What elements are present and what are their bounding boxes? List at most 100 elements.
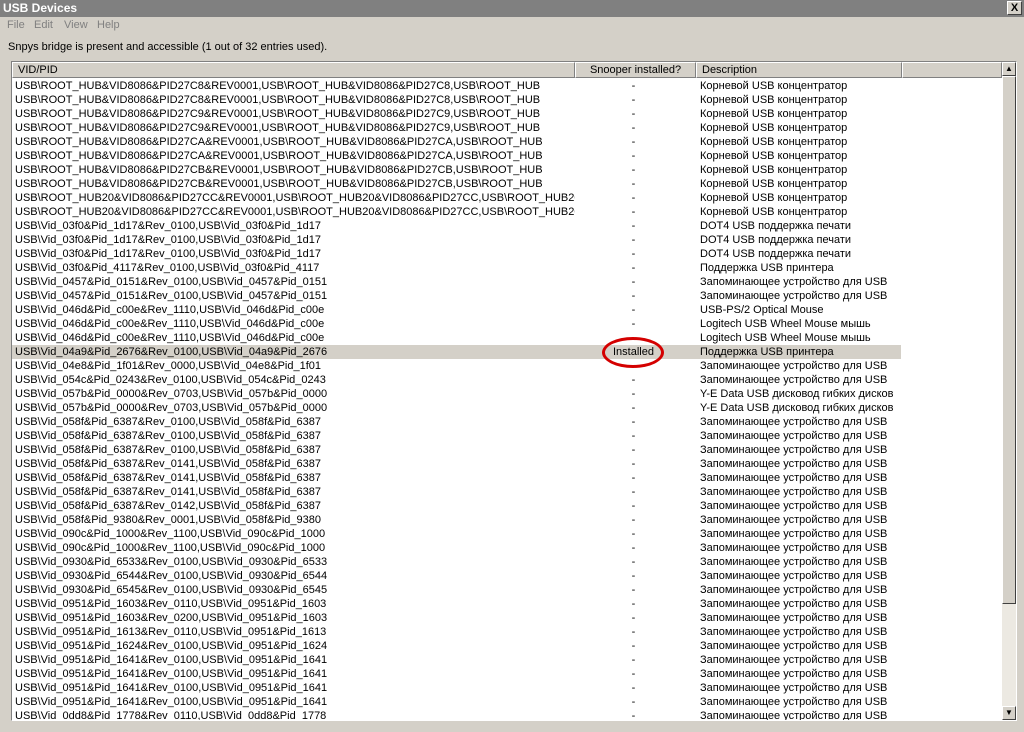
table-row-selected[interactable]: USB\Vid_04a9&Pid_2676&Rev_0100,USB\Vid_0…: [12, 345, 1002, 359]
cell-vidpid: USB\Vid_090c&Pid_1000&Rev_1100,USB\Vid_0…: [15, 542, 326, 554]
table-row[interactable]: USB\Vid_0457&Pid_0151&Rev_0100,USB\Vid_0…: [12, 275, 1002, 289]
cell-description: Запоминающее устройство для USB: [700, 598, 888, 610]
cell-vidpid: USB\Vid_0951&Pid_1641&Rev_0100,USB\Vid_0…: [15, 682, 328, 694]
cell-snooper-installed: -: [631, 584, 636, 596]
cell-snooper-installed: -: [631, 500, 636, 512]
table-row[interactable]: USB\Vid_058f&Pid_6387&Rev_0100,USB\Vid_0…: [12, 429, 1002, 443]
table-row[interactable]: USB\Vid_0dd8&Pid_1778&Rev_0110,USB\Vid_0…: [12, 709, 1002, 720]
table-row[interactable]: USB\Vid_046d&Pid_c00e&Rev_1110,USB\Vid_0…: [12, 331, 1002, 345]
table-row[interactable]: USB\Vid_058f&Pid_6387&Rev_0100,USB\Vid_0…: [12, 443, 1002, 457]
table-row[interactable]: USB\Vid_03f0&Pid_1d17&Rev_0100,USB\Vid_0…: [12, 233, 1002, 247]
table-row[interactable]: USB\ROOT_HUB20&VID8086&PID27CC&REV0001,U…: [12, 191, 1002, 205]
title-bar[interactable]: USB Devices X: [0, 0, 1024, 17]
cell-description: Запоминающее устройство для USB: [700, 696, 888, 708]
cell-snooper-installed: -: [631, 514, 636, 526]
scrollbar-thumb[interactable]: [1002, 76, 1016, 604]
table-row[interactable]: USB\Vid_057b&Pid_0000&Rev_0703,USB\Vid_0…: [12, 387, 1002, 401]
table-row[interactable]: USB\Vid_058f&Pid_6387&Rev_0142,USB\Vid_0…: [12, 499, 1002, 513]
table-row[interactable]: USB\Vid_046d&Pid_c00e&Rev_1110,USB\Vid_0…: [12, 303, 1002, 317]
usb-devices-window: USB Devices X File Edit View Help Snpys …: [0, 0, 1024, 732]
menu-view[interactable]: View: [64, 19, 88, 31]
table-row[interactable]: USB\Vid_0930&Pid_6545&Rev_0100,USB\Vid_0…: [12, 583, 1002, 597]
table-row[interactable]: USB\Vid_0457&Pid_0151&Rev_0100,USB\Vid_0…: [12, 289, 1002, 303]
cell-snooper-installed: -: [631, 276, 636, 288]
cell-snooper-installed: -: [631, 472, 636, 484]
table-row[interactable]: USB\ROOT_HUB&VID8086&PID27C8&REV0001,USB…: [12, 79, 1002, 93]
column-header-description[interactable]: Description: [696, 62, 902, 78]
table-row[interactable]: USB\ROOT_HUB20&VID8086&PID27CC&REV0001,U…: [12, 205, 1002, 219]
cell-snooper-installed: -: [631, 402, 636, 414]
table-row[interactable]: USB\Vid_090c&Pid_1000&Rev_1100,USB\Vid_0…: [12, 541, 1002, 555]
scroll-up-arrow-icon[interactable]: ▲: [1002, 62, 1016, 76]
cell-vidpid: USB\ROOT_HUB&VID8086&PID27CA&REV0001,USB…: [15, 136, 543, 148]
cell-vidpid: USB\Vid_0930&Pid_6545&Rev_0100,USB\Vid_0…: [15, 584, 328, 596]
cell-vidpid: USB\Vid_03f0&Pid_1d17&Rev_0100,USB\Vid_0…: [15, 220, 321, 232]
column-header-snooper[interactable]: Snooper installed?: [575, 62, 696, 78]
cell-description: Запоминающее устройство для USB: [700, 542, 888, 554]
cell-vidpid: USB\Vid_0951&Pid_1603&Rev_0110,USB\Vid_0…: [15, 598, 327, 610]
cell-description: Запоминающее устройство для USB: [700, 444, 888, 456]
cell-description: Y-E Data USB дисковод гибких дисков: [700, 402, 894, 414]
cell-snooper-installed: -: [631, 486, 636, 498]
table-row[interactable]: USB\Vid_058f&Pid_6387&Rev_0100,USB\Vid_0…: [12, 415, 1002, 429]
cell-vidpid: USB\ROOT_HUB&VID8086&PID27CB&REV0001,USB…: [15, 164, 543, 176]
close-button[interactable]: X: [1007, 1, 1022, 15]
table-row[interactable]: USB\ROOT_HUB&VID8086&PID27CB&REV0001,USB…: [12, 177, 1002, 191]
table-row[interactable]: USB\ROOT_HUB&VID8086&PID27CA&REV0001,USB…: [12, 135, 1002, 149]
table-row[interactable]: USB\Vid_0951&Pid_1603&Rev_0110,USB\Vid_0…: [12, 597, 1002, 611]
cell-vidpid: USB\Vid_058f&Pid_6387&Rev_0100,USB\Vid_0…: [15, 430, 321, 442]
cell-snooper-installed: -: [631, 430, 636, 442]
table-row[interactable]: USB\Vid_03f0&Pid_4117&Rev_0100,USB\Vid_0…: [12, 261, 1002, 275]
menu-help[interactable]: Help: [97, 19, 120, 31]
cell-description: Запоминающее устройство для USB: [700, 668, 888, 680]
table-row[interactable]: USB\ROOT_HUB&VID8086&PID27CB&REV0001,USB…: [12, 163, 1002, 177]
table-row[interactable]: USB\Vid_0951&Pid_1641&Rev_0100,USB\Vid_0…: [12, 681, 1002, 695]
table-row[interactable]: USB\Vid_057b&Pid_0000&Rev_0703,USB\Vid_0…: [12, 401, 1002, 415]
table-row[interactable]: USB\Vid_058f&Pid_6387&Rev_0141,USB\Vid_0…: [12, 485, 1002, 499]
table-row[interactable]: USB\Vid_0951&Pid_1641&Rev_0100,USB\Vid_0…: [12, 695, 1002, 709]
cell-snooper-installed: -: [631, 682, 636, 694]
table-row[interactable]: USB\Vid_04e8&Pid_1f01&Rev_0000,USB\Vid_0…: [12, 359, 1002, 373]
usb-device-list[interactable]: VID/PID Snooper installed? Description U…: [11, 61, 1017, 721]
table-row[interactable]: USB\ROOT_HUB&VID8086&PID27C9&REV0001,USB…: [12, 121, 1002, 135]
table-row[interactable]: USB\Vid_0930&Pid_6533&Rev_0100,USB\Vid_0…: [12, 555, 1002, 569]
cell-snooper-installed: -: [631, 178, 636, 190]
table-row[interactable]: USB\Vid_0951&Pid_1641&Rev_0100,USB\Vid_0…: [12, 667, 1002, 681]
table-row[interactable]: USB\Vid_03f0&Pid_1d17&Rev_0100,USB\Vid_0…: [12, 247, 1002, 261]
table-row[interactable]: USB\Vid_046d&Pid_c00e&Rev_1110,USB\Vid_0…: [12, 317, 1002, 331]
scroll-down-arrow-icon[interactable]: ▼: [1002, 706, 1016, 720]
table-row[interactable]: USB\ROOT_HUB&VID8086&PID27C9&REV0001,USB…: [12, 107, 1002, 121]
table-row[interactable]: USB\ROOT_HUB&VID8086&PID27C8&REV0001,USB…: [12, 93, 1002, 107]
menu-edit[interactable]: Edit: [34, 19, 53, 31]
cell-description: Корневой USB концентратор: [700, 136, 848, 148]
table-row[interactable]: USB\Vid_0951&Pid_1613&Rev_0110,USB\Vid_0…: [12, 625, 1002, 639]
cell-vidpid: USB\Vid_090c&Pid_1000&Rev_1100,USB\Vid_0…: [15, 528, 326, 540]
table-row[interactable]: USB\Vid_058f&Pid_6387&Rev_0141,USB\Vid_0…: [12, 471, 1002, 485]
cell-vidpid: USB\Vid_03f0&Pid_4117&Rev_0100,USB\Vid_0…: [15, 262, 320, 274]
cell-description: Корневой USB концентратор: [700, 164, 848, 176]
cell-snooper-installed: -: [631, 136, 636, 148]
cell-snooper-installed: -: [631, 598, 636, 610]
menu-file[interactable]: File: [7, 19, 25, 31]
table-row[interactable]: USB\Vid_054c&Pid_0243&Rev_0100,USB\Vid_0…: [12, 373, 1002, 387]
vertical-scrollbar[interactable]: ▲ ▼: [1002, 62, 1016, 720]
table-row[interactable]: USB\Vid_0951&Pid_1603&Rev_0200,USB\Vid_0…: [12, 611, 1002, 625]
table-row[interactable]: USB\Vid_090c&Pid_1000&Rev_1100,USB\Vid_0…: [12, 527, 1002, 541]
table-row[interactable]: USB\Vid_03f0&Pid_1d17&Rev_0100,USB\Vid_0…: [12, 219, 1002, 233]
table-row[interactable]: USB\Vid_058f&Pid_6387&Rev_0141,USB\Vid_0…: [12, 457, 1002, 471]
cell-snooper-installed: -: [631, 234, 636, 246]
table-row[interactable]: USB\ROOT_HUB&VID8086&PID27CA&REV0001,USB…: [12, 149, 1002, 163]
cell-snooper-installed: -: [631, 122, 636, 134]
table-row[interactable]: USB\Vid_0930&Pid_6544&Rev_0100,USB\Vid_0…: [12, 569, 1002, 583]
column-header-vidpid[interactable]: VID/PID: [12, 62, 575, 78]
cell-snooper-installed: -: [631, 150, 636, 162]
cell-snooper-installed: -: [631, 374, 636, 386]
cell-snooper-installed: -: [631, 640, 636, 652]
cell-description: Запоминающее устройство для USB: [700, 682, 888, 694]
cell-description: Запоминающее устройство для USB: [700, 416, 888, 428]
cell-snooper-installed: -: [631, 108, 636, 120]
table-row[interactable]: USB\Vid_058f&Pid_9380&Rev_0001,USB\Vid_0…: [12, 513, 1002, 527]
table-row[interactable]: USB\Vid_0951&Pid_1624&Rev_0100,USB\Vid_0…: [12, 639, 1002, 653]
table-row[interactable]: USB\Vid_0951&Pid_1641&Rev_0100,USB\Vid_0…: [12, 653, 1002, 667]
cell-snooper-installed: -: [631, 220, 636, 232]
